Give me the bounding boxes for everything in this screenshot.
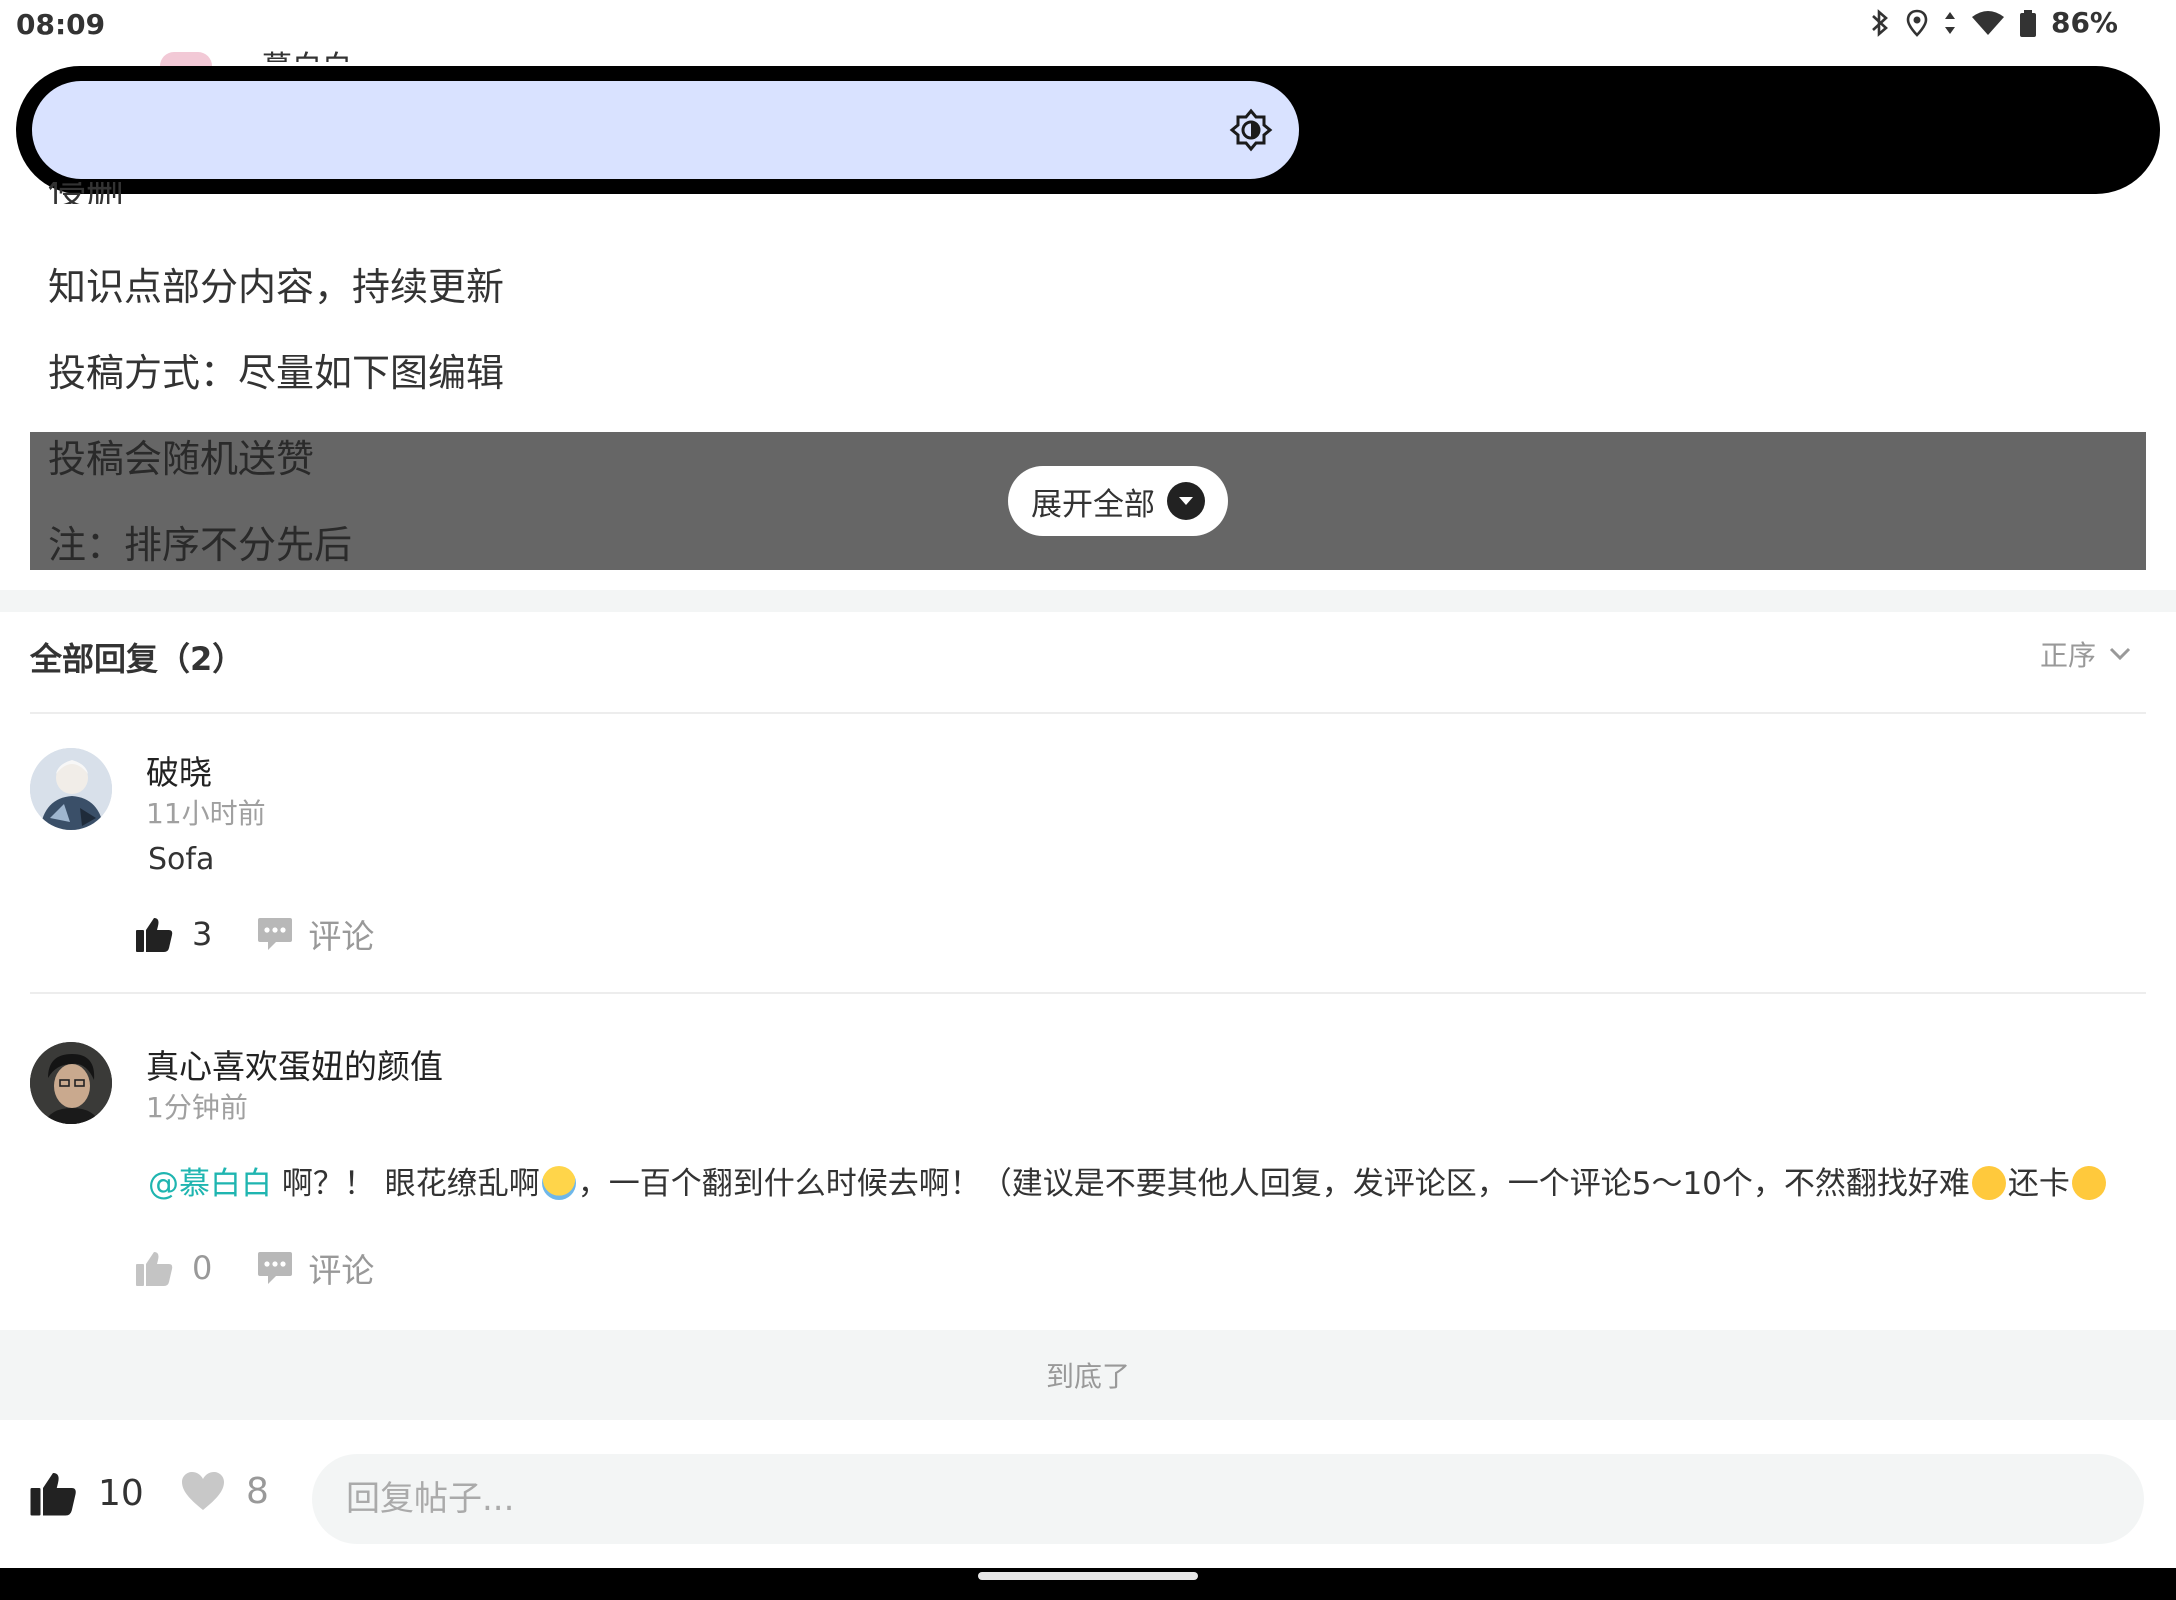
post-line-partial: 侵删 xyxy=(48,182,125,204)
reply-input[interactable] xyxy=(312,1454,2144,1544)
reply-author-name[interactable]: 真心喜欢蛋妞的颜值 xyxy=(146,1040,443,1088)
reply-item: 真心喜欢蛋妞的颜值 1分钟前 @慕白白 啊？！ 眼花缭乱啊 ，一百个翻到什么时候去… xyxy=(0,994,2176,1330)
post-favorite-count: 8 xyxy=(246,1470,269,1512)
brightness-panel xyxy=(16,66,2160,194)
navigation-bar xyxy=(0,1568,2176,1600)
post-line: 注：排序不分先后 xyxy=(48,523,353,567)
heart-icon xyxy=(182,1472,224,1510)
avatar[interactable] xyxy=(30,748,112,830)
avatar[interactable] xyxy=(30,1042,112,1124)
comment-button[interactable]: 评论 xyxy=(308,910,374,958)
post-like-button[interactable]: 10 xyxy=(28,1468,144,1518)
bluetooth-icon xyxy=(1872,8,1888,37)
chevron-down-icon xyxy=(2109,647,2131,661)
reply-item: 破晓 11小时前 Sofa 3 评论 xyxy=(0,714,2176,992)
post-header: 慕白白 xyxy=(0,50,2176,66)
post-line: 知识点部分内容，持续更新 xyxy=(48,265,505,309)
brightness-slider[interactable] xyxy=(32,81,1299,179)
author-name[interactable]: 慕白白 xyxy=(262,42,352,62)
comment-icon[interactable] xyxy=(256,916,294,952)
reply-author-name[interactable]: 破晓 xyxy=(146,746,212,794)
post-line: 投稿会随机送赞 xyxy=(48,437,315,481)
expand-all-button[interactable]: 展开全部 xyxy=(1008,466,1228,536)
sweat-smile-emoji-icon xyxy=(1971,1166,2006,1200)
post-favorite-button[interactable]: 8 xyxy=(180,1470,269,1512)
data-arrows-icon xyxy=(1944,11,1955,34)
scream-emoji-icon xyxy=(541,1166,576,1200)
wifi-icon xyxy=(1971,10,2004,35)
post-like-count: 10 xyxy=(98,1472,144,1514)
section-divider xyxy=(0,590,2176,612)
author-avatar[interactable] xyxy=(160,52,212,66)
reply-text: Sofa xyxy=(148,842,215,877)
bottom-action-bar: 10 8 xyxy=(0,1420,2176,1568)
caret-down-icon xyxy=(1167,482,1205,520)
location-icon xyxy=(1906,9,1928,37)
comment-button[interactable]: 评论 xyxy=(308,1244,374,1292)
status-icons: 86% xyxy=(1869,6,2118,39)
battery-level: 86% xyxy=(2050,6,2118,39)
reply-actions: 3 评论 xyxy=(134,910,374,958)
battery-icon xyxy=(2019,9,2036,37)
comment-icon[interactable] xyxy=(256,1250,294,1286)
like-count: 0 xyxy=(192,1249,213,1287)
like-count: 3 xyxy=(192,915,213,953)
reply-actions: 0 评论 xyxy=(134,1244,374,1292)
reply-time: 11小时前 xyxy=(146,797,266,830)
thumbs-up-icon[interactable] xyxy=(134,1248,174,1288)
end-label: 到底了 xyxy=(1045,1360,1130,1393)
sort-dropdown[interactable]: 正序 xyxy=(2040,634,2132,674)
replies-title: 全部回复（2） xyxy=(30,640,245,678)
expand-all-label: 展开全部 xyxy=(1031,486,1155,523)
end-of-list: 到底了 xyxy=(0,1330,2176,1420)
reply-text: @慕白白 啊？！ 眼花缭乱啊 ，一百个翻到什么时候去啊！（建议是不要其他人回复，发… xyxy=(148,1158,2112,1206)
mention-link[interactable]: @慕白白 xyxy=(148,1166,272,1202)
post-line: 投稿方式：尽量如下图编辑 xyxy=(48,351,505,395)
status-time: 08:09 xyxy=(16,8,106,41)
replies-header: 全部回复（2） 正序 xyxy=(0,612,2176,712)
reply-time: 1分钟前 xyxy=(146,1091,248,1124)
brightness-icon xyxy=(1229,108,1273,152)
thumbs-up-icon xyxy=(30,1473,76,1516)
home-indicator[interactable] xyxy=(978,1572,1198,1580)
thumbs-up-icon[interactable] xyxy=(134,914,174,954)
rofl-emoji-icon xyxy=(2066,1160,2112,1206)
sort-label: 正序 xyxy=(2039,639,2096,672)
